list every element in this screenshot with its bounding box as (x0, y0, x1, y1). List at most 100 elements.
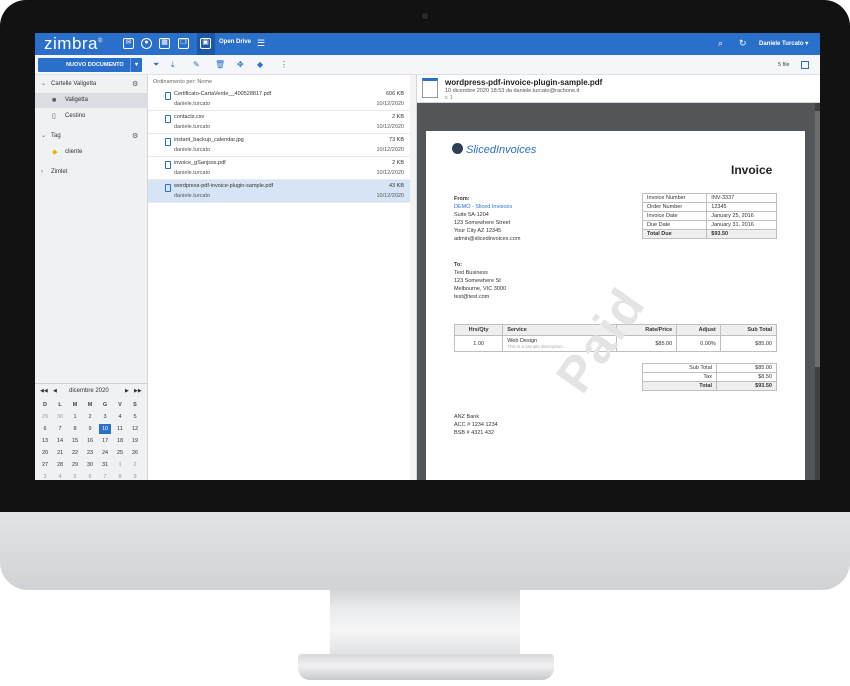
file-list-item[interactable]: invoice_gSanjsss.pdf daniele.turcato 2 KB 1… (148, 157, 410, 180)
calendar-day[interactable]: 6 (39, 424, 51, 434)
calendar-day[interactable]: 24 (99, 448, 111, 458)
calendar-day[interactable]: 4 (54, 472, 66, 480)
calendar-day[interactable]: 28 (54, 460, 66, 470)
next-month-icon[interactable]: ▶ (125, 388, 129, 394)
calendar-day[interactable]: 5 (129, 412, 141, 422)
calendar-day[interactable]: 27 (39, 460, 51, 470)
calendar-day[interactable]: 14 (54, 436, 66, 446)
mail-icon[interactable]: ✉ (123, 38, 134, 49)
calendar-day[interactable]: 22 (69, 448, 81, 458)
chevron-down-icon[interactable]: ⌄ (41, 129, 46, 144)
filter-icon[interactable]: ⏷ (153, 60, 159, 70)
next-year-icon[interactable]: ▶▶ (134, 388, 142, 394)
chevron-down-icon[interactable]: ⌄ (41, 77, 46, 92)
from-line: Your City AZ 12345 (454, 228, 502, 234)
user-menu[interactable]: Daniele Turcato ▾ (759, 40, 808, 47)
chevron-down-icon[interactable]: ▾ (130, 58, 142, 72)
list-scrollbar[interactable] (410, 75, 416, 480)
edit-icon[interactable]: ✎ (193, 60, 200, 69)
brand-name: SlicedInvoices (466, 144, 537, 156)
calendar-day[interactable]: 13 (39, 436, 51, 446)
file-list-item[interactable]: wordpress-pdf-invoice-plugin-sample.pdf d… (148, 180, 410, 203)
calendar-day[interactable]: 30 (54, 412, 66, 422)
delete-icon[interactable]: 🗑 (215, 60, 225, 69)
calendar-day[interactable]: 31 (99, 460, 111, 470)
calendar-day[interactable]: 2 (129, 460, 141, 470)
col-header: Adjust (676, 324, 721, 336)
calendar-day[interactable]: 30 (84, 460, 96, 470)
calendar-day[interactable]: 8 (114, 472, 126, 480)
calendar-day[interactable]: 3 (99, 412, 111, 422)
calendar-day[interactable]: 1 (69, 412, 81, 422)
sidebar-item-cestino[interactable]: ▯ Cestino (35, 109, 148, 124)
viewer-scrollbar[interactable] (815, 103, 820, 480)
prev-month-icon[interactable]: ◀ (53, 388, 57, 394)
new-document-button[interactable]: NUOVO DOCUMENTO ▾ (38, 58, 142, 72)
calendar-day[interactable]: 8 (69, 424, 81, 434)
from-line: Suite 5A-1204 (454, 212, 489, 218)
sidebar: ⌄ Cartelle Valigetta ⚙ ■ Valigetta ▯ Ces… (35, 75, 148, 480)
search-icon[interactable]: ⌕ (718, 38, 723, 49)
calendar-day[interactable]: 7 (99, 472, 111, 480)
folders-header[interactable]: ⌄ Cartelle Valigetta ⚙ (35, 77, 148, 92)
file-list-item[interactable]: Certificato-CartaVerde__400528817.pdf dan… (148, 88, 410, 111)
calendar-day[interactable]: 2 (84, 412, 96, 422)
preferences-icon[interactable]: ☰ (257, 38, 265, 49)
calendar-dow: S (133, 402, 137, 408)
calendar-day[interactable]: 9 (84, 424, 96, 434)
calendar-day[interactable]: 29 (69, 460, 81, 470)
calendar-day[interactable]: 10 (99, 424, 111, 434)
prev-year-icon[interactable]: ◀◀ (40, 388, 48, 394)
calendar-day[interactable]: 12 (129, 424, 141, 434)
calendar-day[interactable]: 25 (114, 448, 126, 458)
download-icon[interactable]: ⤓ (171, 60, 175, 70)
calendar-day[interactable]: 5 (69, 472, 81, 480)
calendar-day[interactable]: 26 (129, 448, 141, 458)
calendar-day[interactable]: 21 (54, 448, 66, 458)
service-subtotal: $85.00 (719, 335, 778, 352)
calendar-day[interactable]: 15 (69, 436, 81, 446)
file-list-item[interactable]: instant_backup_calendar.jpg daniele.turca… (148, 134, 410, 157)
calendar-day[interactable]: 19 (129, 436, 141, 446)
calendar-day[interactable]: 3 (39, 472, 51, 480)
briefcase-icon[interactable]: ▣ (200, 38, 211, 49)
move-icon[interactable]: ✥ (237, 60, 244, 69)
gear-icon[interactable]: ⚙ (132, 129, 138, 144)
calendar-icon[interactable]: ▦ (159, 38, 170, 49)
calendar-day[interactable]: 4 (114, 412, 126, 422)
view-toggle-icon[interactable] (801, 61, 809, 69)
tag-header[interactable]: ⌄ Tag ⚙ (35, 129, 148, 144)
file-date: 10/12/2020 (376, 124, 404, 130)
sidebar-tag-cliente[interactable]: ◆ cliente (35, 145, 148, 160)
gear-icon[interactable]: ⚙ (132, 77, 138, 92)
calendar-day[interactable]: 20 (39, 448, 51, 458)
refresh-icon[interactable]: ↻ (739, 38, 747, 49)
file-list-item[interactable]: contacts.csv daniele.turcato 2 KB 10/12/202… (148, 111, 410, 134)
open-drive-link[interactable]: Open Drive (219, 39, 251, 45)
calendar-day[interactable]: 9 (129, 472, 141, 480)
calendar-day[interactable]: 23 (84, 448, 96, 458)
sort-selector[interactable]: Ordinamento per: Nome (153, 79, 212, 85)
more-icon[interactable]: ⋮ (280, 60, 288, 69)
zimlet-header[interactable]: › Zimlet (35, 165, 148, 180)
scrollbar-thumb[interactable] (815, 111, 820, 367)
from-company[interactable]: DEMO - Sliced Invoices (454, 204, 512, 210)
totals-key: Total (642, 381, 717, 391)
calendar-day[interactable]: 11 (114, 424, 126, 434)
tasks-icon[interactable]: ❐ (178, 38, 189, 49)
pdf-viewer[interactable]: SlicedInvoices Invoice From: DEMO - Slic… (417, 103, 820, 480)
sidebar-item-valigetta[interactable]: ■ Valigetta (35, 93, 148, 108)
calendar-day[interactable]: 29 (39, 412, 51, 422)
calendar-day[interactable]: 17 (99, 436, 111, 446)
to-line: test@test.com (454, 294, 490, 300)
calendar-day[interactable]: 18 (114, 436, 126, 446)
file-size: 73 KB (389, 137, 404, 143)
contacts-icon[interactable]: ● (141, 38, 152, 49)
chevron-right-icon[interactable]: › (41, 165, 43, 180)
calendar-day[interactable]: 7 (54, 424, 66, 434)
tag-icon[interactable]: ◆ (257, 60, 263, 69)
col-header: Sub Total (719, 324, 778, 336)
calendar-day[interactable]: 6 (84, 472, 96, 480)
calendar-day[interactable]: 16 (84, 436, 96, 446)
calendar-day[interactable]: 1 (114, 460, 126, 470)
